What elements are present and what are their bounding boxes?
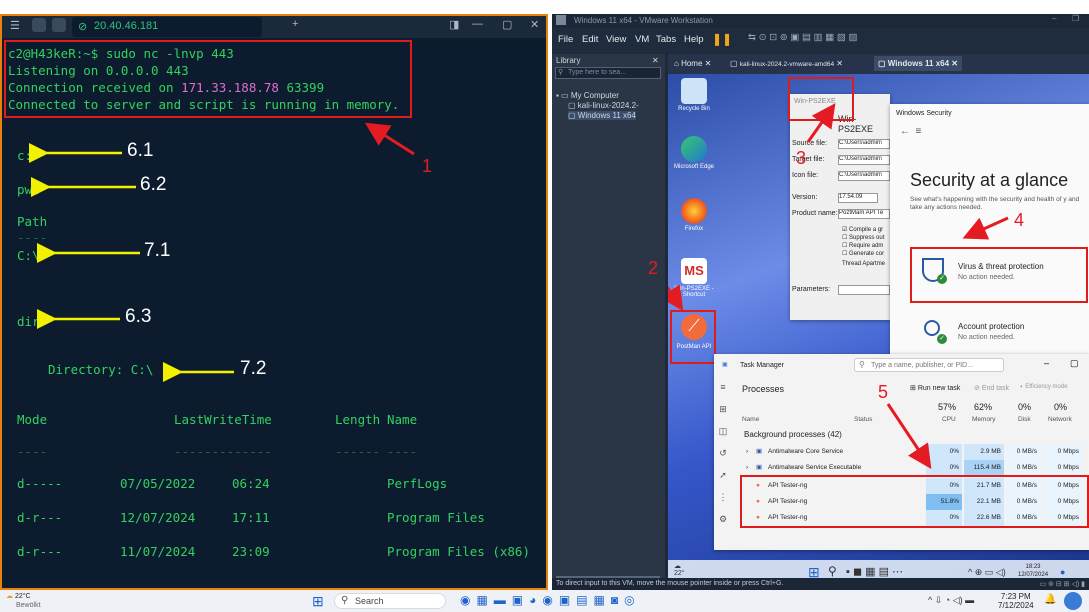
vm-statusbar: To direct input to this VM, move the mou…: [552, 578, 1089, 590]
pause-icon[interactable]: ❚❚: [712, 32, 732, 46]
host-date: 7/12/2024: [998, 601, 1034, 610]
tab-windows-label: Windows 11 x64: [887, 59, 950, 68]
terminal-annotations: [28, 122, 415, 382]
arrow-3: [806, 103, 836, 143]
toolbar-icons[interactable]: ⇆ ⊙ ⊡ ⊚ ▣ ▤ ▥ ▦ ▧ ▨: [748, 32, 857, 43]
vmware-window[interactable]: Windows 11 x64 - VMware Workstation – ❐ …: [552, 14, 1089, 590]
annotation-7-1: 7.1: [144, 240, 171, 261]
host-search-label: Search: [355, 596, 384, 606]
vm-annotations: [668, 103, 1009, 469]
vm-status-text: To direct input to this VM, move the mou…: [556, 580, 784, 587]
host-clock[interactable]: 7:23 PM 7/12/2024: [998, 592, 1034, 610]
library-panel: Library ✕ ⚲ Type here to sea... ▪ ▭ My C…: [552, 54, 665, 584]
arrow-1: [364, 122, 415, 156]
library-title: Library: [556, 56, 581, 65]
vmware-menubar: File Edit View VM Tabs Help ❚❚ ⇆ ⊙ ⊡ ⊚ ▣…: [552, 28, 1089, 52]
weather-icon: ☁: [6, 593, 13, 600]
tree-kali-label: kali-linux-2024.2-: [577, 101, 639, 110]
arrow-5: [886, 403, 932, 469]
host-search[interactable]: ⚲ Search: [334, 593, 446, 609]
annotation-1: 1: [422, 156, 433, 176]
menu-view[interactable]: View: [606, 34, 626, 45]
annotation-5: 5: [878, 382, 889, 402]
search-icon: ⚲: [558, 69, 564, 76]
library-close-icon[interactable]: ✕: [652, 56, 659, 65]
host-time: 7:23 PM: [1000, 592, 1031, 601]
host-taskbar: ☁ 22°C Bewölkt ⊞ ⚲ Search ◉▦▬▣◕◉▣▤▦◙◎ ^ …: [0, 590, 1089, 612]
arrow-4: [962, 216, 1009, 240]
menu-tabs[interactable]: Tabs: [656, 34, 676, 45]
menu-vm[interactable]: VM: [635, 34, 649, 45]
annotation-7-2: 7.2: [240, 358, 267, 379]
search-icon: ⚲: [341, 595, 349, 606]
annotation-3: 3: [796, 148, 807, 168]
terminal-window[interactable]: ☰ ⊘ 20.40.46.181 + ◨ — ▢ ✕ c2@H43keR:~$ …: [0, 14, 548, 590]
tree-windows[interactable]: ▢ Windows 11 x64: [568, 111, 636, 120]
host-weather-desc: Bewölkt: [16, 602, 41, 609]
guest-desktop[interactable]: Recycle Bin Microsoft Edge Firefox MS Wi…: [648, 74, 1089, 586]
vmware-titlebar: Windows 11 x64 - VMware Workstation – ❐: [552, 14, 1089, 28]
notification-icon[interactable]: 🔔: [1044, 594, 1056, 605]
tab-windows[interactable]: ▢ Windows 11 x64 ✕: [874, 56, 963, 71]
tree-windows-label: Windows 11 x64: [577, 111, 636, 120]
annotation-6-2: 6.2: [140, 174, 167, 195]
library-search[interactable]: ⚲ Type here to sea...: [555, 67, 661, 79]
vmware-title: Windows 11 x64 - VMware Workstation: [574, 16, 713, 25]
pinned-apps[interactable]: ◉▦▬▣◕◉▣▤▦◙◎: [460, 593, 641, 607]
minimize-icon[interactable]: –: [1052, 14, 1056, 23]
windows-start-icon[interactable]: ⊞: [312, 593, 324, 610]
vm-tabs: ⌂ Home ✕ ▢ kali-linux-2024.2-vmware-amd6…: [668, 54, 1089, 74]
annotation-2: 2: [648, 258, 659, 278]
library-search-placeholder: Type here to sea...: [568, 69, 626, 76]
annotation-6-1: 6.1: [127, 140, 154, 161]
tree-root[interactable]: ▪ ▭ My Computer: [556, 91, 619, 100]
tab-home-label: Home: [681, 59, 703, 68]
restore-icon[interactable]: ❐: [1072, 14, 1079, 23]
arrow-2: [668, 284, 684, 311]
host-tray[interactable]: ^ ⇩ ◔ ◁) ▬: [928, 595, 974, 606]
menu-help[interactable]: Help: [684, 34, 704, 45]
vmware-logo-icon: [556, 15, 566, 25]
tree-root-label: My Computer: [570, 91, 619, 100]
host-weather[interactable]: ☁ 22°C Bewölkt: [6, 592, 41, 610]
menu-edit[interactable]: Edit: [582, 34, 598, 45]
host-weather-temp: 22°C: [14, 593, 31, 600]
tab-kali[interactable]: ▢ kali-linux-2024.2-vmware-amd64 ✕: [730, 59, 843, 68]
annotation-6-3: 6.3: [125, 306, 152, 327]
tree-kali[interactable]: ▢ kali-linux-2024.2-: [568, 101, 639, 110]
status-icons[interactable]: ▭ ⊚ ⊟ ⊞ ◁) ▮: [1040, 580, 1086, 588]
copilot-icon[interactable]: [1064, 592, 1082, 610]
annotation-4: 4: [1014, 210, 1025, 230]
menu-file[interactable]: File: [558, 34, 573, 45]
tab-home[interactable]: ⌂ Home ✕: [674, 59, 711, 68]
tab-kali-label: kali-linux-2024.2-vmware-amd64: [739, 61, 835, 68]
